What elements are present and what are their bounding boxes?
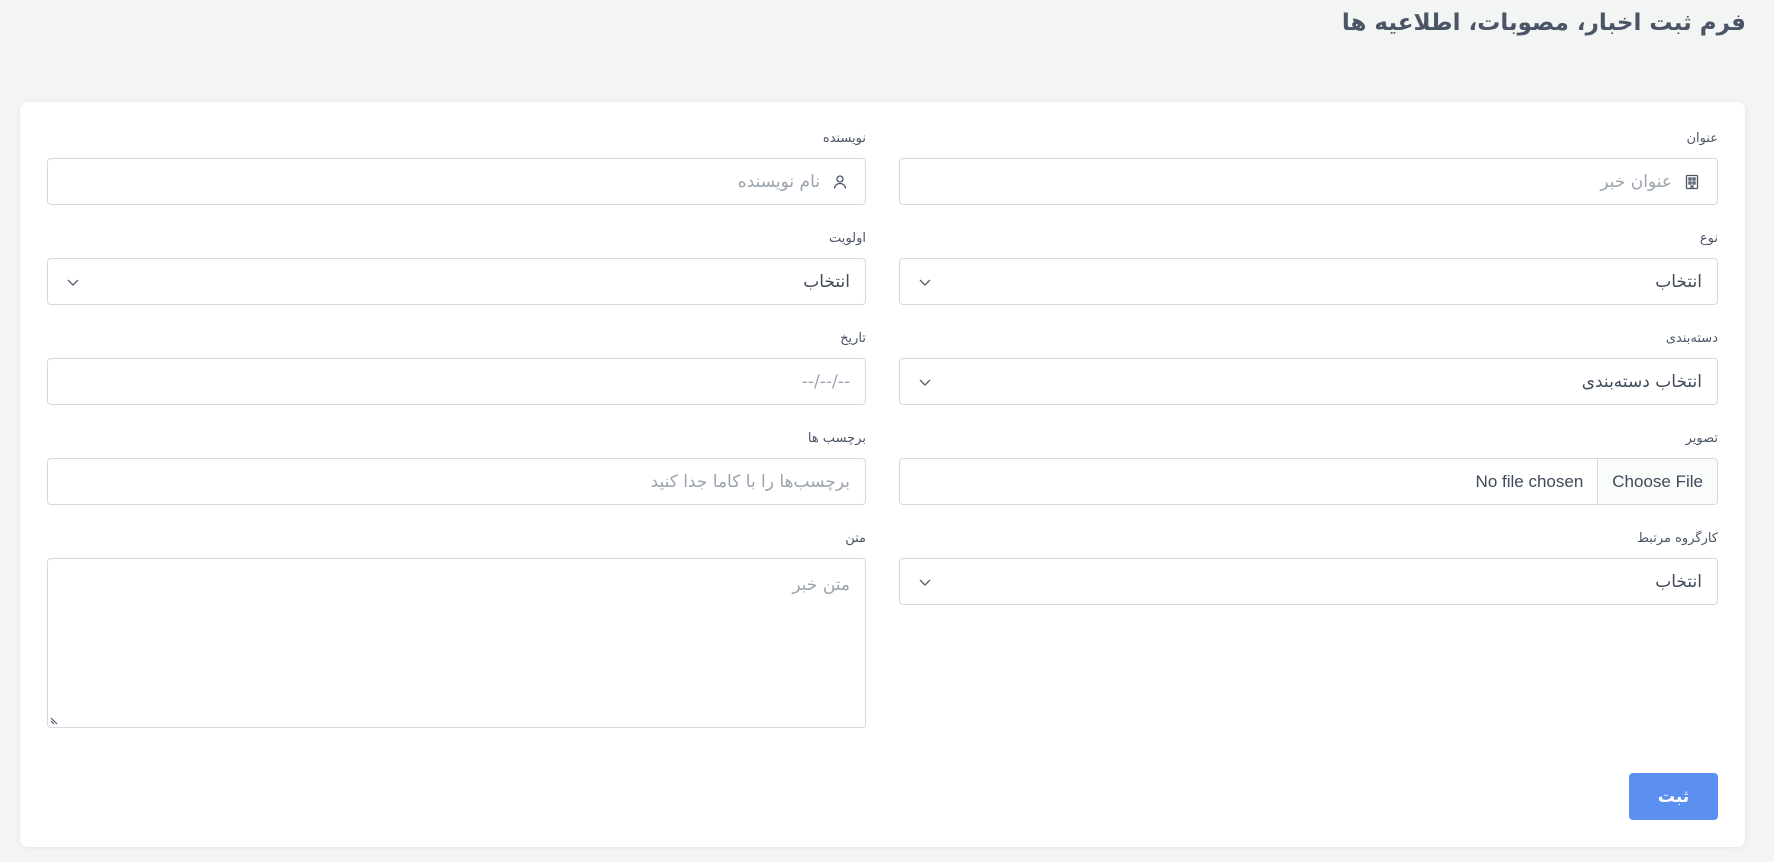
priority-field-group: اولویت انتخاب (47, 230, 866, 305)
title-input[interactable]: عنوان خبر (899, 158, 1718, 205)
type-field-group: نوع انتخاب (899, 230, 1718, 305)
page: فرم ثبت اخبار، مصوبات، اطلاعیه ها عنوان (0, 0, 1774, 862)
resize-grip-icon[interactable] (50, 715, 60, 725)
building-icon (1682, 172, 1702, 192)
user-icon (830, 172, 850, 192)
date-placeholder: --/--/-- (801, 371, 850, 392)
body-label: متن (845, 531, 866, 546)
type-select[interactable]: انتخاب (899, 258, 1718, 305)
image-field-group: تصویر Choose File No file chosen (899, 430, 1718, 505)
date-label: تاریخ (840, 331, 866, 346)
chevron-down-icon (919, 279, 931, 286)
body-field-group: متن متن خبر (47, 530, 866, 728)
type-label: نوع (1699, 231, 1718, 246)
type-selected-value: انتخاب (1655, 271, 1702, 292)
workgroup-selected-value: انتخاب (1655, 571, 1702, 592)
date-input[interactable]: --/--/-- (47, 358, 866, 405)
category-label: دسته‌بندی (1665, 331, 1718, 346)
tags-field-group: برچسب ها برچسب‌ها را با کاما جدا کنید (47, 430, 866, 505)
tags-placeholder: برچسب‌ها را با کاما جدا کنید (650, 471, 850, 492)
tags-label: برچسب ها (807, 431, 866, 446)
priority-selected-value: انتخاب (803, 271, 850, 292)
image-file-input[interactable]: Choose File No file chosen (899, 458, 1718, 505)
category-select[interactable]: انتخاب دسته‌بندی (899, 358, 1718, 405)
body-textarea[interactable]: متن خبر (47, 558, 866, 728)
body-placeholder: متن خبر (792, 575, 850, 595)
form-card: عنوان عنوان خبر نویسنده نام نویسنده نوع … (20, 102, 1745, 847)
image-label: تصویر (1685, 431, 1718, 446)
workgroup-label: کارگروه مرتبط (1636, 531, 1718, 546)
author-field-group: نویسنده نام نویسنده (47, 130, 866, 205)
page-title: فرم ثبت اخبار، مصوبات، اطلاعیه ها (1341, 10, 1746, 36)
chevron-down-icon (919, 379, 931, 386)
title-field-group: عنوان عنوان خبر (899, 130, 1718, 205)
author-input[interactable]: نام نویسنده (47, 158, 866, 205)
choose-file-button[interactable]: Choose File (1597, 459, 1717, 504)
priority-select[interactable]: انتخاب (47, 258, 866, 305)
chevron-down-icon (919, 579, 931, 586)
priority-label: اولویت (829, 231, 866, 246)
workgroup-select[interactable]: انتخاب (899, 558, 1718, 605)
workgroup-field-group: کارگروه مرتبط انتخاب (899, 530, 1718, 605)
author-placeholder: نام نویسنده (737, 171, 820, 192)
category-field-group: دسته‌بندی انتخاب دسته‌بندی (899, 330, 1718, 405)
category-selected-value: انتخاب دسته‌بندی (1581, 371, 1702, 392)
date-field-group: تاریخ --/--/-- (47, 330, 866, 405)
tags-input[interactable]: برچسب‌ها را با کاما جدا کنید (47, 458, 866, 505)
chevron-down-icon (67, 279, 79, 286)
title-label: عنوان (1686, 131, 1718, 146)
file-status: No file chosen (1475, 471, 1584, 491)
submit-button[interactable]: ثبت (1629, 773, 1718, 820)
form-grid: عنوان عنوان خبر نویسنده نام نویسنده نوع … (20, 102, 1745, 847)
author-label: نویسنده (822, 131, 866, 146)
title-placeholder: عنوان خبر (1600, 171, 1672, 192)
